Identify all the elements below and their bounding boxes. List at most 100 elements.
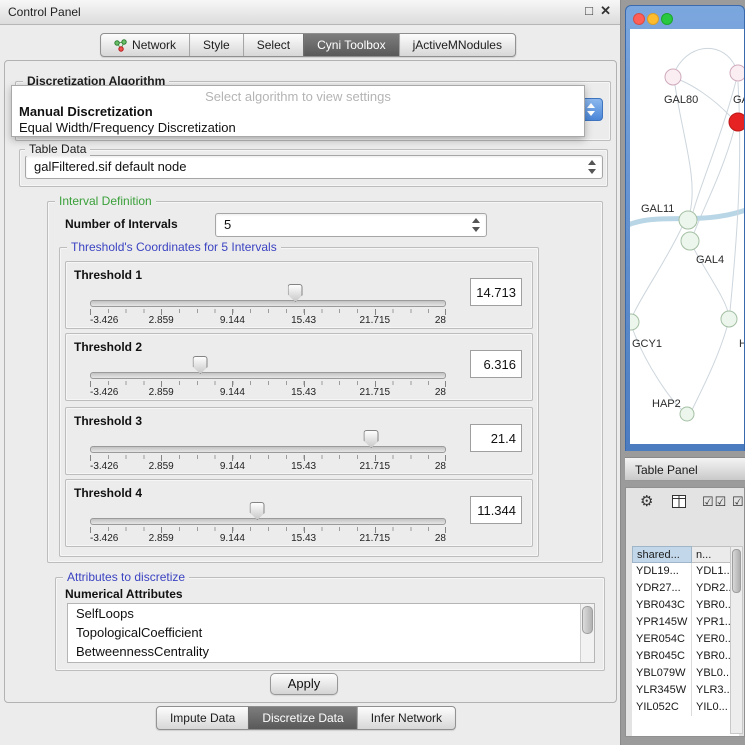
threshold-label: Threshold 4 — [74, 486, 142, 500]
node-label: HAP2 — [652, 398, 681, 410]
node-label: H — [739, 338, 744, 350]
apply-button[interactable]: Apply — [270, 673, 338, 695]
table-cell[interactable]: YDR27... — [632, 580, 692, 597]
scale-label: 21.715 — [360, 461, 391, 472]
zoom-button[interactable] — [661, 13, 673, 25]
scale-label: 15.43 — [291, 461, 316, 472]
network-view-window[interactable]: GAL80GAGAL11GAL4GCY1HHAP2 — [625, 5, 745, 451]
select-columns-checkboxes-icon[interactable]: ☑☑ — [702, 494, 727, 510]
tab-cyni-toolbox[interactable]: Cyni Toolbox — [303, 34, 398, 56]
table-row[interactable]: YPR145WYPR1... — [632, 614, 739, 631]
table-row[interactable]: YBL079WYBL0... — [632, 665, 739, 682]
bottom-tab-infer-network[interactable]: Infer Network — [357, 707, 455, 729]
tab-select[interactable]: Select — [243, 34, 303, 56]
tab-jactivemnodules[interactable]: jActiveMNodules — [399, 34, 515, 56]
table-scrollbar-thumb[interactable] — [732, 549, 741, 593]
table-cell[interactable]: YPR145W — [632, 614, 692, 631]
threshold-slider[interactable]: -3.4262.8599.14415.4321.71528 — [90, 356, 446, 398]
bottom-tab-discretize-data[interactable]: Discretize Data — [248, 707, 356, 729]
numerical-attributes-list[interactable]: SelfLoopsTopologicalCoefficientBetweenne… — [67, 603, 595, 663]
scale-label: 2.859 — [149, 533, 174, 544]
table-row[interactable]: YER054CYER0... — [632, 631, 739, 648]
network-node[interactable] — [681, 232, 699, 250]
threshold-panel-2: Threshold 2 -3.4262.8599.14415.4321.7152… — [65, 333, 533, 401]
tab-style[interactable]: Style — [189, 34, 243, 56]
attributes-group-title: Attributes to discretize — [63, 570, 189, 584]
threshold-slider[interactable]: -3.4262.8599.14415.4321.71528 — [90, 430, 446, 472]
scale-label: 9.144 — [220, 533, 245, 544]
table-body: YDL19...YDL1...YDR27...YDR2...YBR043CYBR… — [632, 563, 739, 736]
network-node[interactable] — [730, 65, 744, 81]
window-title: Control Panel — [8, 5, 81, 19]
algorithm-option[interactable]: Manual Discretization — [12, 104, 584, 120]
table-cell[interactable]: YER054C — [632, 631, 692, 648]
network-edge — [692, 327, 727, 410]
table-row[interactable]: YBR043CYBR0... — [632, 597, 739, 614]
network-node[interactable] — [721, 311, 737, 327]
algorithm-popup-header: Select algorithm to view settings — [12, 86, 584, 104]
table-row[interactable]: YLR345WYLR3... — [632, 682, 739, 699]
table-data-combo[interactable]: galFiltered.sif default node — [25, 155, 603, 179]
threshold-value-input[interactable] — [470, 278, 522, 306]
list-scrollbar-thumb[interactable] — [582, 606, 593, 634]
table-row[interactable]: YBR045CYBR0... — [632, 648, 739, 665]
threshold-slider[interactable]: -3.4262.8599.14415.4321.71528 — [90, 284, 446, 326]
list-item[interactable]: TopologicalCoefficient — [68, 623, 594, 642]
network-node[interactable] — [679, 211, 697, 229]
table-cell[interactable]: YDL19... — [632, 563, 692, 580]
slider-track[interactable] — [90, 300, 446, 307]
network-canvas[interactable]: GAL80GAGAL11GAL4GCY1HHAP2 — [630, 29, 744, 444]
gear-icon[interactable]: ⚙ — [640, 492, 653, 510]
node-label: GCY1 — [632, 338, 662, 350]
table-panel-header[interactable]: Table Panel — [625, 457, 745, 481]
table-row[interactable]: YIL052CYIL0... — [632, 699, 739, 716]
scale-label: 21.715 — [360, 533, 391, 544]
num-intervals-combo[interactable]: 5 — [215, 213, 487, 237]
threshold-value-input[interactable] — [470, 350, 522, 378]
function-checkboxes-icon[interactable]: ☑☑ — [732, 494, 745, 510]
close-icon[interactable]: ✕ — [600, 3, 611, 19]
slider-scale: -3.4262.8599.14415.4321.71528 — [90, 315, 446, 326]
bottom-tab-impute-data[interactable]: Impute Data — [157, 707, 248, 729]
minimize-button[interactable] — [647, 13, 659, 25]
threshold-value-input[interactable] — [470, 424, 522, 452]
columns-icon[interactable] — [672, 495, 686, 508]
table-cell[interactable]: YBR043C — [632, 597, 692, 614]
table-row[interactable]: YDR27...YDR2... — [632, 580, 739, 597]
slider-track[interactable] — [90, 518, 446, 525]
threshold-slider[interactable]: -3.4262.8599.14415.4321.71528 — [90, 502, 446, 544]
float-window-icon[interactable]: □ — [585, 3, 593, 19]
close-button[interactable] — [633, 13, 645, 25]
list-scrollbar[interactable] — [580, 604, 594, 662]
num-intervals-label: Number of Intervals — [65, 217, 178, 231]
list-item[interactable]: SelfLoops — [68, 604, 594, 623]
slider-track[interactable] — [90, 446, 446, 453]
scale-label: 15.43 — [291, 387, 316, 398]
algorithm-option[interactable]: Equal Width/Frequency Discretization — [12, 120, 584, 136]
table-cell[interactable]: YBR045C — [632, 648, 692, 665]
network-node[interactable] — [729, 113, 744, 131]
top-tabbar: NetworkStyleSelectCyni Toolbox jActiveMNo… — [100, 33, 516, 57]
num-intervals-value: 5 — [224, 217, 231, 232]
threshold-value-input[interactable] — [470, 496, 522, 524]
network-node[interactable] — [665, 69, 681, 85]
scale-label: 2.859 — [149, 315, 174, 326]
threshold-label: Threshold 3 — [74, 414, 142, 428]
tab-network[interactable]: Network — [101, 34, 189, 56]
slider-track[interactable] — [90, 372, 446, 379]
column-header-shared-name[interactable]: shared... — [632, 546, 692, 563]
table-cell[interactable]: YBL079W — [632, 665, 692, 682]
bottom-tabbar: Impute DataDiscretize DataInfer Network — [156, 706, 456, 730]
table-cell[interactable]: YIL052C — [632, 699, 692, 716]
control-panel-titlebar[interactable]: Control Panel □ ✕ — [0, 0, 620, 25]
table-scrollbar[interactable] — [730, 546, 743, 734]
table-data-combo-value: galFiltered.sif default node — [34, 159, 186, 174]
list-item[interactable]: BetweennessCentrality — [68, 642, 594, 661]
table-cell[interactable]: YLR345W — [632, 682, 692, 699]
network-node[interactable] — [630, 314, 639, 330]
combo-arrows-icon — [472, 218, 481, 232]
table-row[interactable]: YDL19...YDL1... — [632, 563, 739, 580]
network-node[interactable] — [680, 407, 694, 421]
network-edge — [693, 81, 736, 212]
tab-label: jActiveMNodules — [413, 38, 502, 52]
